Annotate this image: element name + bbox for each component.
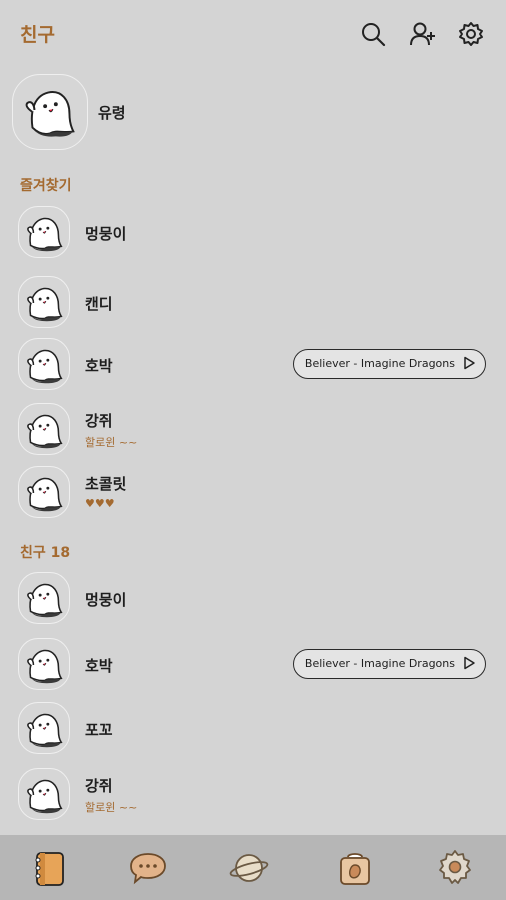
top-bar: 친구 — [0, 0, 506, 68]
friend-name: 강쥐 — [85, 777, 113, 795]
more-tab-gear-icon[interactable] — [434, 847, 476, 889]
status-message: 할로윈 ~~ — [85, 801, 138, 814]
friend-avatar[interactable] — [18, 276, 70, 328]
shopping-tab-bag-icon[interactable] — [334, 847, 376, 889]
friend-row[interactable]: 호박 Believer - Imagine Dragons — [18, 638, 488, 692]
add-friend-icon[interactable] — [409, 20, 437, 48]
friend-avatar[interactable] — [18, 338, 70, 390]
favorites-section-label: 즐겨찾기 — [20, 178, 72, 194]
friend-row[interactable]: 강쥐 할로윈 ~~ — [18, 768, 488, 822]
friend-avatar[interactable] — [18, 403, 70, 455]
my-avatar-ghost[interactable] — [12, 74, 88, 150]
play-icon — [464, 356, 475, 370]
friend-row[interactable]: 포꼬 — [18, 702, 488, 756]
friend-row[interactable]: 호박 Believer - Imagine Dragons — [18, 338, 488, 392]
my-profile-row[interactable]: 유령 — [12, 74, 492, 150]
friend-row[interactable]: 초콜릿 ♥♥♥ — [18, 466, 488, 520]
friend-row[interactable]: 멍뭉이 — [18, 206, 488, 260]
friend-name: 강쥐 — [85, 412, 113, 430]
friend-name: 멍뭉이 — [85, 225, 127, 243]
friend-name: 캔디 — [85, 295, 113, 313]
friends-tab-notebook-icon[interactable] — [28, 847, 70, 889]
friend-name: 호박 — [85, 657, 113, 675]
friend-avatar[interactable] — [18, 702, 70, 754]
music-title: Believer - Imagine Dragons — [304, 357, 455, 370]
music-title: Believer - Imagine Dragons — [304, 657, 455, 670]
status-message: 할로윈 ~~ — [85, 436, 138, 449]
friend-name: 호박 — [85, 357, 113, 375]
music-status-button[interactable]: Believer - Imagine Dragons — [292, 649, 486, 679]
friend-row[interactable]: 강쥐 할로윈 ~~ — [18, 403, 488, 457]
status-message: ♥♥♥ — [85, 497, 115, 510]
page-title: 친구 — [20, 24, 55, 46]
friend-avatar[interactable] — [18, 638, 70, 690]
friend-avatar[interactable] — [18, 768, 70, 820]
friend-avatar[interactable] — [18, 206, 70, 258]
music-status-button[interactable]: Believer - Imagine Dragons — [292, 349, 486, 379]
friend-row[interactable]: 멍뭉이 — [18, 572, 488, 626]
chats-tab-speech-bubble-icon[interactable] — [127, 847, 169, 889]
settings-icon[interactable] — [457, 20, 485, 48]
friends-section-label: 친구 18 — [20, 545, 71, 561]
openchat-tab-planet-icon[interactable] — [228, 847, 270, 889]
friend-name: 초콜릿 — [85, 475, 127, 493]
search-icon[interactable] — [359, 20, 387, 48]
friend-avatar[interactable] — [18, 572, 70, 624]
friend-name: 멍뭉이 — [85, 591, 127, 609]
friend-row[interactable]: 캔디 — [18, 276, 488, 330]
play-icon — [464, 656, 475, 670]
bottom-tab-bar — [0, 835, 506, 900]
my-name: 유령 — [98, 104, 126, 122]
friend-name: 포꼬 — [85, 721, 113, 739]
friend-avatar[interactable] — [18, 466, 70, 518]
